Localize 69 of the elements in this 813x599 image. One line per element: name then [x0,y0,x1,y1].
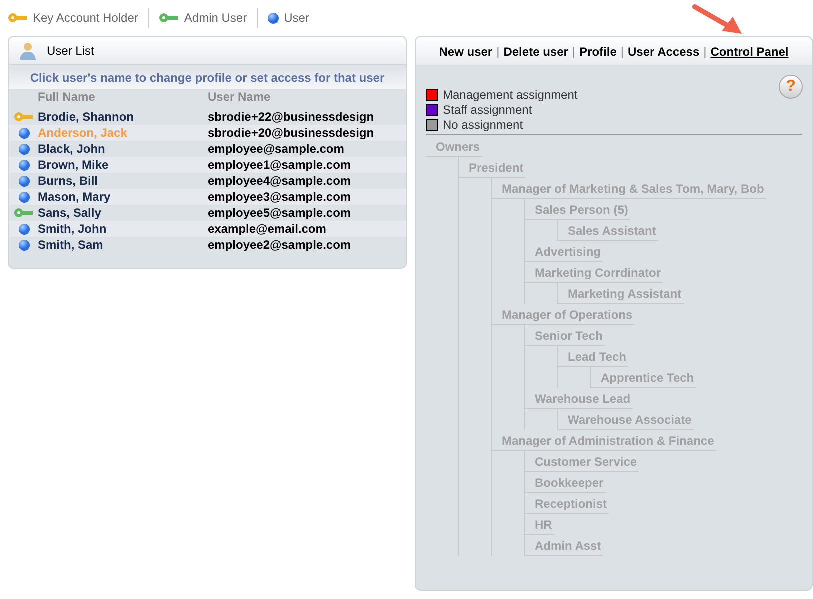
org-node-label: Marketing Assistant [568,287,682,301]
legend-label: Management assignment [443,86,578,104]
separator: | [572,44,576,61]
username-cell-text: employee3@sample.com [208,189,352,206]
column-header: Full Name [38,89,96,106]
user-name-link[interactable]: Mason, Mary [38,190,111,204]
nav-link[interactable]: User Access [628,43,700,61]
org-node-label: Bookkeeper [535,476,604,490]
hint-text: Click user's name to change profile or set access for that user [30,70,385,87]
separator: | [620,44,624,61]
org-node-label: HR [535,518,552,532]
dot-icon [18,144,30,154]
org-node-label: Customer Service [535,455,638,469]
user-name-link[interactable]: Brodie, Shannon [38,110,134,124]
org-node-label: Owners [436,140,480,154]
nav-link[interactable]: Delete user [504,43,568,61]
org-node-label: Warehouse Lead [535,392,631,406]
org-node-label: Marketing Corrdinator [535,266,662,280]
key-icon [14,208,34,218]
username-cell-text: example@email.com [208,221,326,238]
user-name-link[interactable]: Brown, Mike [38,158,109,172]
username-cell-text: employee5@sample.com [208,205,352,222]
org-node-label: Lead Tech [568,350,626,364]
dot-icon [18,224,30,234]
org-node-label: Warehouse Associate [568,413,692,427]
username-cell-text: employee@sample.com [208,141,344,158]
panel-title: User List [47,42,94,60]
nav-link[interactable]: New user [439,43,493,61]
key-icon [159,13,180,23]
dot-icon [18,176,30,186]
user-name-link[interactable]: Sans, Sally [38,206,102,220]
legend-label: No assignment [443,116,524,134]
org-node-label: Sales Person (5) [535,203,628,217]
nav-link[interactable]: Control Panel [710,43,789,61]
legend-label: Admin User [184,10,248,27]
username-cell-text: employee2@sample.com [208,237,352,254]
org-node-label: Receptionist [535,497,608,511]
dot-icon [18,240,30,250]
org-node-label: Sales Assistant [568,224,656,238]
org-node-label: President [469,161,524,175]
dot-icon [18,128,30,138]
username-cell-text: sbrodie+22@businessdesign [208,109,374,126]
separator: | [704,44,707,61]
user-name-link[interactable]: Smith, Sam [38,238,104,252]
column-header: User Name [208,89,271,106]
username-cell-text: employee4@sample.com [208,173,352,190]
separator: | [496,44,500,61]
key-icon [14,112,34,122]
legend-label: Staff assignment [443,102,532,118]
org-node-label: Manager of Marketing & Sales Tom, Mary, Bob [502,182,764,196]
dot-icon [18,192,30,202]
dot-icon [18,160,30,170]
org-node-label: Manager of Administration & Finance [502,434,714,448]
org-node-label: Senior Tech [535,329,603,343]
username-cell-text: employee1@sample.com [208,157,352,174]
user-name-link[interactable]: Burns, Bill [38,174,98,188]
username-cell-text: sbrodie+20@businessdesign [208,125,374,142]
person-icon [19,42,37,60]
key-icon [8,13,28,23]
dot-icon [268,12,280,24]
org-node-label: Manager of Operations [502,308,633,322]
user-name-link[interactable]: Black, John [38,142,106,156]
legend-label: Key Account Holder [33,10,138,27]
org-node-label: Apprentice Tech [601,371,694,385]
user-name-link[interactable]: Smith, John [38,222,107,236]
org-node-label: Admin Asst [535,539,602,553]
legend-label: User [284,10,310,27]
nav-link[interactable]: Profile [580,43,617,61]
org-node-label: Advertising [535,245,602,259]
